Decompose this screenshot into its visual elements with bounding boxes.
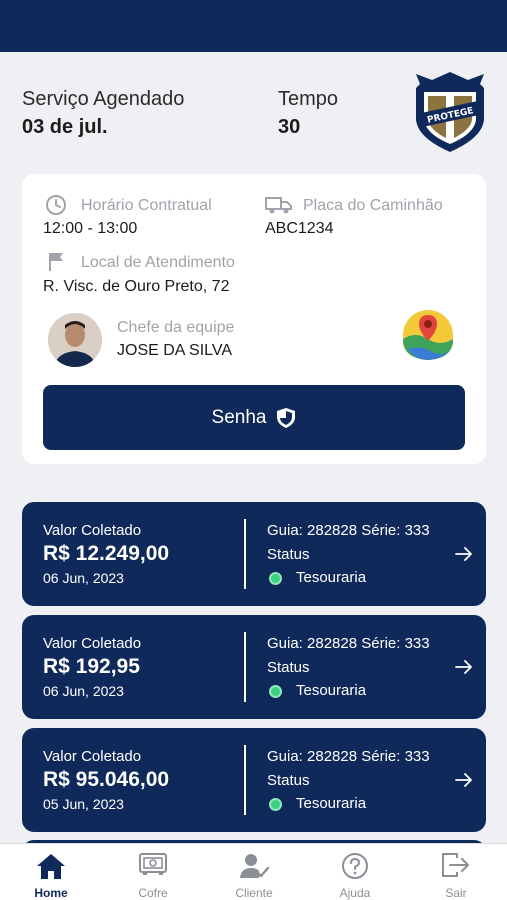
transaction-card[interactable]: Valor Coletado R$ 12.249,00 06 Jun, 2023… [22, 502, 486, 606]
home-icon [37, 854, 65, 879]
client-icon [240, 854, 269, 878]
nav-cofre[interactable]: Cofre [103, 844, 203, 900]
status-value: Tesouraria [296, 682, 367, 699]
protege-logo: PROTEGE [416, 72, 484, 152]
status-value: Tesouraria [296, 569, 367, 586]
collected-value-label: Valor Coletado [43, 522, 142, 539]
nav-sair[interactable]: Sair [406, 844, 506, 900]
truck-plate-value: ABC1234 [265, 220, 334, 237]
status-label: Status [267, 546, 310, 563]
clock-icon [46, 195, 66, 215]
location-value: R. Visc. de Ouro Preto, 72 [43, 278, 230, 295]
transaction-date: 06 Jun, 2023 [43, 570, 124, 586]
guia-serie: Guia: 282828 Série: 333 [267, 522, 430, 539]
time-label: Tempo [278, 88, 339, 110]
password-button[interactable]: Senha [43, 385, 465, 450]
team-lead-label: Chefe da equipe [117, 319, 235, 336]
nav-sair-label: Sair [445, 886, 467, 900]
bottom-nav: Home Cofre Cliente Ajuda Sair [0, 843, 507, 900]
help-icon [342, 853, 368, 879]
nav-home[interactable]: Home [1, 844, 101, 900]
status-value: Tesouraria [296, 795, 367, 812]
status-label: Status [267, 659, 310, 676]
collected-amount: R$ 192,95 [43, 655, 140, 678]
divider [244, 632, 246, 702]
nav-ajuda-label: Ajuda [339, 886, 371, 900]
flag-icon [49, 253, 63, 271]
contract-time-value: 12:00 - 13:00 [43, 220, 138, 237]
arrow-right-icon [455, 773, 472, 787]
location-label: Local de Atendimento [81, 254, 235, 271]
top-bar [0, 0, 507, 52]
transaction-date: 06 Jun, 2023 [43, 683, 124, 699]
collected-value-label: Valor Coletado [43, 635, 142, 652]
nav-home-label: Home [34, 886, 68, 900]
contract-time-label: Horário Contratual [81, 197, 212, 214]
collected-amount: R$ 12.249,00 [43, 542, 170, 565]
arrow-right-icon [455, 660, 472, 674]
safe-icon [139, 853, 167, 875]
team-lead-avatar [48, 313, 102, 367]
password-button-label: Senha [211, 406, 267, 428]
team-lead-value: JOSE DA SILVA [117, 342, 233, 359]
scheduled-service-label: Serviço Agendado [22, 88, 185, 110]
collected-value-label: Valor Coletado [43, 748, 142, 765]
truck-icon [265, 197, 292, 214]
logout-icon [442, 853, 469, 877]
collected-amount: R$ 95.046,00 [43, 768, 170, 791]
nav-cliente-label: Cliente [235, 886, 273, 900]
transaction-card[interactable]: Valor Coletado R$ 192,95 06 Jun, 2023 Gu… [22, 615, 486, 719]
arrow-right-icon [455, 547, 472, 561]
truck-plate-label: Placa do Caminhão [303, 197, 443, 214]
shield-icon [277, 407, 296, 428]
time-value: 30 [278, 116, 301, 138]
transaction-date: 05 Jun, 2023 [43, 796, 124, 812]
status-indicator [269, 798, 282, 811]
status-indicator [269, 572, 282, 585]
status-label: Status [267, 772, 310, 789]
status-indicator [269, 685, 282, 698]
guia-serie: Guia: 282828 Série: 333 [267, 635, 430, 652]
nav-ajuda[interactable]: Ajuda [305, 844, 405, 900]
nav-cliente[interactable]: Cliente [204, 844, 304, 900]
map-pin-icon[interactable] [402, 309, 454, 361]
scheduled-service-date: 03 de jul. [22, 116, 108, 138]
transaction-card[interactable]: Valor Coletado R$ 95.046,00 05 Jun, 2023… [22, 728, 486, 832]
nav-cofre-label: Cofre [138, 886, 168, 900]
divider [244, 745, 246, 815]
guia-serie: Guia: 282828 Série: 333 [267, 748, 430, 765]
divider [244, 519, 246, 589]
